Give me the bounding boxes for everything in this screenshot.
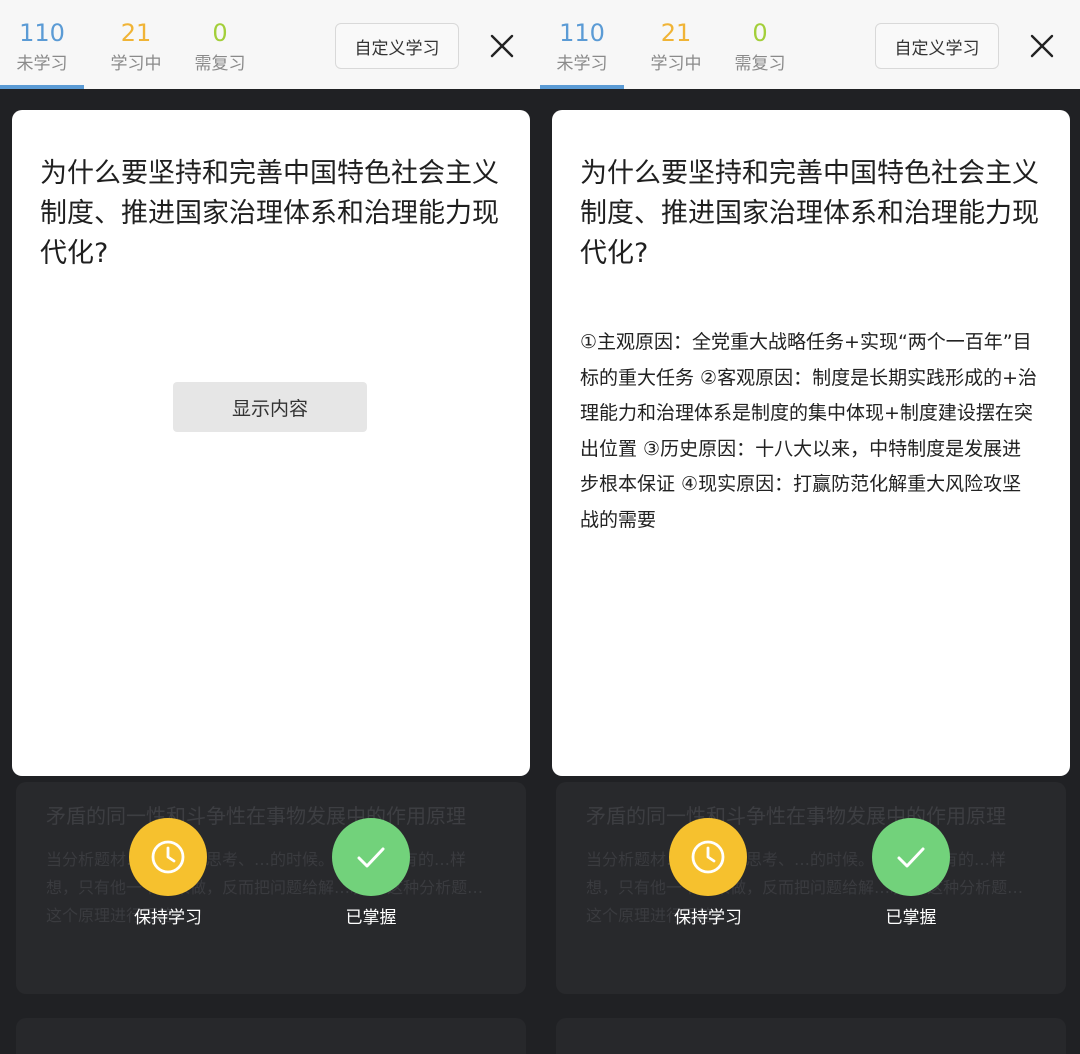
header: 110 未学习 21 学习中 0 需复习 自定义学习 <box>540 0 1080 89</box>
keep-learning-label: 保持学习 <box>134 908 202 928</box>
stat-review[interactable]: 0 需复习 <box>718 18 802 74</box>
stat-learning[interactable]: 21 学习中 <box>94 18 178 74</box>
keep-learning-label: 保持学习 <box>674 908 742 928</box>
stat-value: 21 <box>120 19 152 47</box>
show-content-button[interactable]: 显示内容 <box>173 382 367 432</box>
keep-learning-button[interactable]: 保持学习 <box>648 818 768 928</box>
stat-label: 未学习 <box>16 54 68 74</box>
custom-study-button[interactable]: 自定义学习 <box>335 23 459 69</box>
stat-value: 110 <box>19 19 65 47</box>
screen-question: 110 未学习 21 学习中 0 需复习 自定义学习 矛盾的同一性和斗争性在事物… <box>0 0 540 1054</box>
stat-value: 0 <box>212 19 228 47</box>
question-text: 为什么要坚持和完善中国特色社会主义制度、推进国家治理体系和治理能力现代化? <box>40 158 499 269</box>
active-tab-indicator <box>540 85 624 89</box>
stat-review[interactable]: 0 需复习 <box>178 18 262 74</box>
stat-label: 学习中 <box>110 54 162 74</box>
mastered-label: 已掌握 <box>345 908 397 928</box>
flash-card: 为什么要坚持和完善中国特色社会主义制度、推进国家治理体系和治理能力现代化? 显示… <box>12 110 530 776</box>
stack-card <box>556 1018 1066 1054</box>
question-text: 为什么要坚持和完善中国特色社会主义制度、推进国家治理体系和治理能力现代化? <box>580 158 1039 269</box>
keep-learning-button[interactable]: 保持学习 <box>108 818 228 928</box>
clock-icon <box>129 818 207 896</box>
stat-value: 110 <box>559 19 605 47</box>
stat-unlearned[interactable]: 110 未学习 <box>0 18 84 74</box>
mastered-button[interactable]: 已掌握 <box>311 818 431 928</box>
stat-unlearned[interactable]: 110 未学习 <box>540 18 624 74</box>
flash-card: 为什么要坚持和完善中国特色社会主义制度、推进国家治理体系和治理能力现代化? ①主… <box>552 110 1070 776</box>
close-icon[interactable] <box>1026 30 1058 62</box>
stat-label: 未学习 <box>556 54 608 74</box>
stat-label: 需复习 <box>194 54 246 74</box>
next-card: 矛盾的同一性和斗争性在事物发展中的作用原理 当分析题材…人公逆向思考、…的时候。… <box>16 782 526 994</box>
header: 110 未学习 21 学习中 0 需复习 自定义学习 <box>0 0 540 89</box>
stat-label: 需复习 <box>734 54 786 74</box>
check-icon <box>872 818 950 896</box>
mastered-button[interactable]: 已掌握 <box>851 818 971 928</box>
close-icon[interactable] <box>486 30 518 62</box>
answer-text: ①主观原因：全党重大战略任务+实现“两个一百年”目标的重大任务 ②客观原因：制度… <box>580 331 1037 531</box>
stat-value: 21 <box>660 19 692 47</box>
custom-study-button[interactable]: 自定义学习 <box>875 23 999 69</box>
stack-card <box>16 1018 526 1054</box>
screens: 110 未学习 21 学习中 0 需复习 自定义学习 矛盾的同一性和斗争性在事物… <box>0 0 1080 1054</box>
stat-label: 学习中 <box>650 54 702 74</box>
stat-learning[interactable]: 21 学习中 <box>634 18 718 74</box>
active-tab-indicator <box>0 85 84 89</box>
clock-icon <box>669 818 747 896</box>
stat-value: 0 <box>752 19 768 47</box>
screen-answer: 110 未学习 21 学习中 0 需复习 自定义学习 矛盾的同一性和斗争性在事物… <box>540 0 1080 1054</box>
check-icon <box>332 818 410 896</box>
mastered-label: 已掌握 <box>885 908 937 928</box>
next-card: 矛盾的同一性和斗争性在事物发展中的作用原理 当分析题材…人公逆向思考、…的时候。… <box>556 782 1066 994</box>
